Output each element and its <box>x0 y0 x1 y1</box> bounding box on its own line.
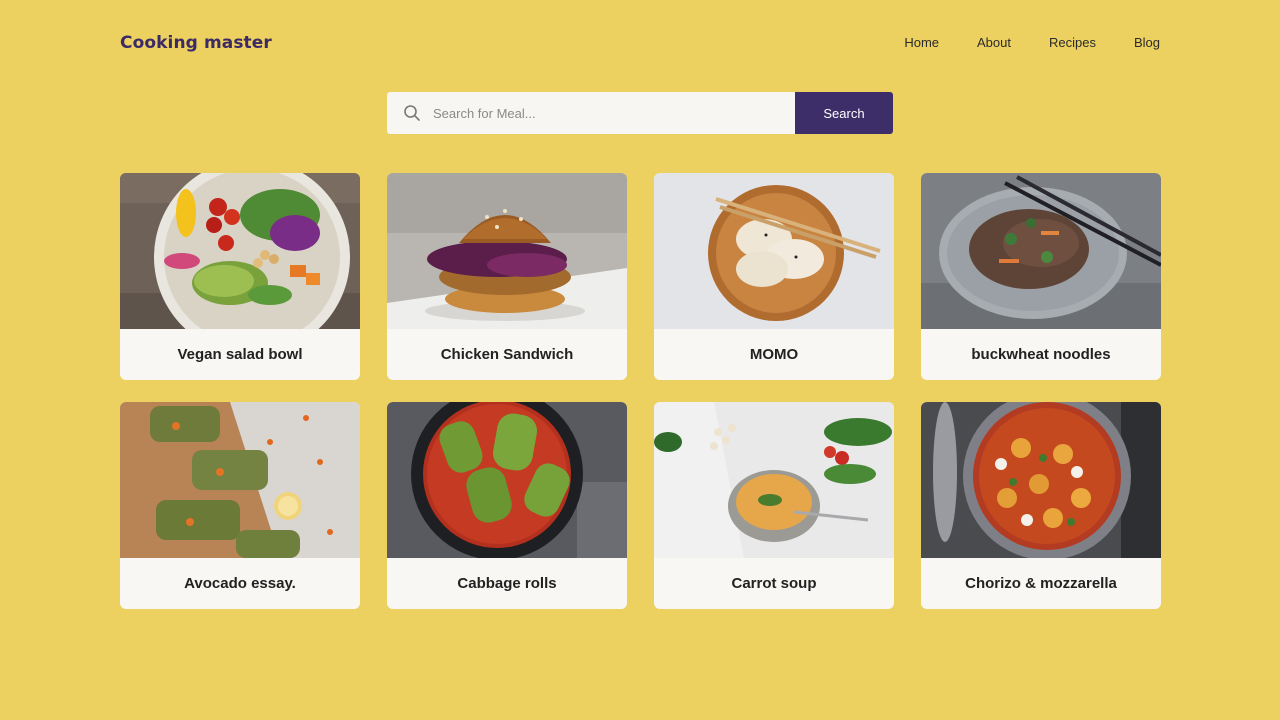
recipe-card[interactable]: Cabbage rolls <box>387 402 627 609</box>
search-field[interactable] <box>387 92 795 134</box>
search-bar: Search <box>387 92 893 134</box>
recipe-image-avocado-toast <box>120 402 360 558</box>
search-button[interactable]: Search <box>795 92 893 134</box>
recipe-card[interactable]: Carrot soup <box>654 402 894 609</box>
recipe-image-momo <box>654 173 894 329</box>
recipe-card[interactable]: Chicken Sandwich <box>387 173 627 380</box>
recipe-title: MOMO <box>749 346 799 363</box>
recipe-card[interactable]: MOMO <box>654 173 894 380</box>
site-logo[interactable]: Cooking master <box>120 33 272 53</box>
recipe-title: Avocado essay. <box>184 575 296 592</box>
recipe-card[interactable]: Chorizo & mozzarella <box>921 402 1161 609</box>
search-input[interactable] <box>433 105 763 121</box>
recipe-image-cabbage-rolls <box>387 402 627 558</box>
recipe-card[interactable]: buckwheat noodles <box>921 173 1161 380</box>
recipe-title: Vegan salad bowl <box>177 346 303 363</box>
recipe-card[interactable]: Avocado essay. <box>120 402 360 609</box>
recipe-grid: Vegan salad bowl Chicken Sandwich MOMO b… <box>120 173 1161 609</box>
recipe-title: Chorizo & mozzarella <box>965 575 1117 592</box>
search-icon <box>404 105 420 121</box>
recipe-title: Cabbage rolls <box>457 575 557 592</box>
recipe-image-chicken-sandwich <box>387 173 627 329</box>
nav-home[interactable]: Home <box>904 35 939 50</box>
recipe-image-carrot-soup <box>654 402 894 558</box>
recipe-image-salad-bowl <box>120 173 360 329</box>
nav-recipes[interactable]: Recipes <box>1049 35 1096 50</box>
recipe-image-buckwheat-noodles <box>921 173 1161 329</box>
recipe-title: buckwheat noodles <box>971 346 1111 363</box>
nav-about[interactable]: About <box>977 35 1011 50</box>
recipe-title: Carrot soup <box>731 575 817 592</box>
recipe-image-chorizo-mozzarella <box>921 402 1161 558</box>
recipe-title: Chicken Sandwich <box>440 346 574 363</box>
main-nav: Home About Recipes Blog <box>904 35 1160 50</box>
recipe-card[interactable]: Vegan salad bowl <box>120 173 360 380</box>
nav-blog[interactable]: Blog <box>1134 35 1160 50</box>
